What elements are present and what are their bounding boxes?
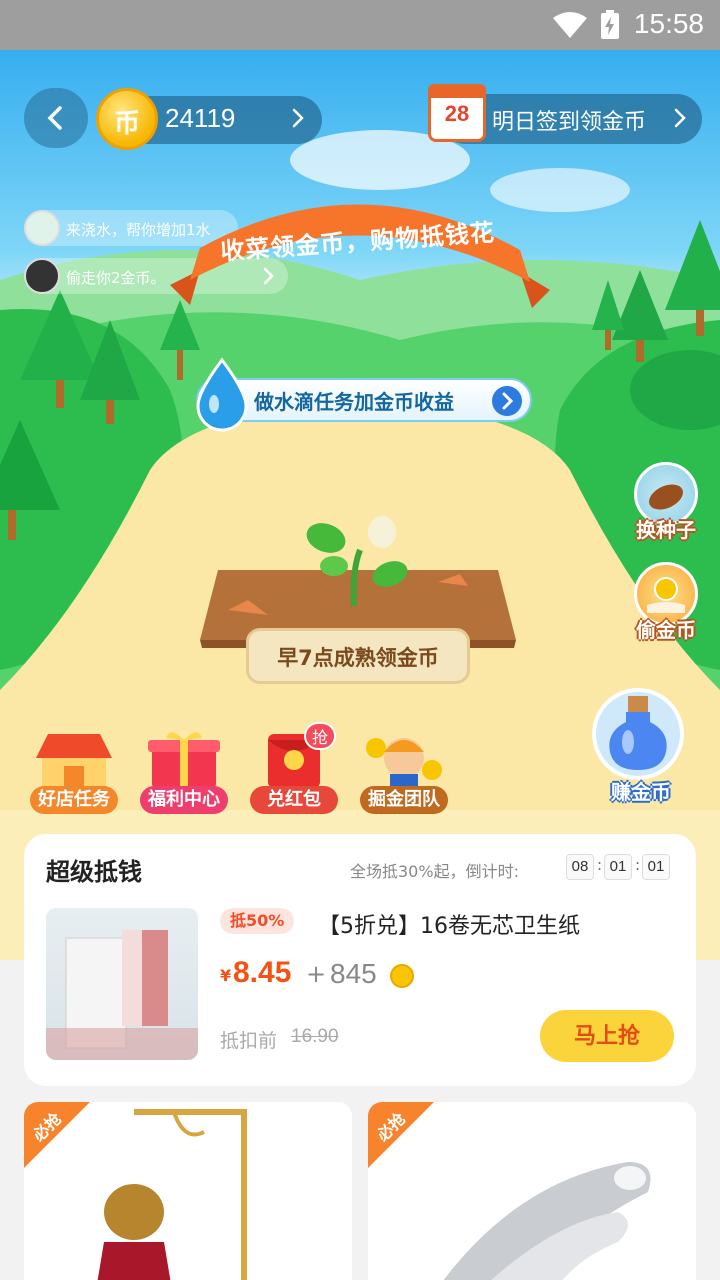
avatar	[24, 258, 60, 294]
change-seed-button[interactable]: 换种子	[634, 462, 698, 542]
currency-symbol: ¥	[220, 966, 232, 985]
chevron-right-icon	[502, 392, 514, 410]
farm-scene	[0, 50, 720, 960]
original-price: 16.90	[291, 1026, 339, 1047]
countdown-hours: 08	[566, 854, 594, 880]
mining-team-button[interactable]: 掘金团队	[354, 728, 454, 818]
countdown-separator: :	[597, 856, 603, 874]
water-task-label: 做水滴任务加金币收益	[254, 390, 454, 414]
clock: 15:58	[633, 8, 704, 39]
wifi-icon	[553, 12, 587, 38]
calendar-icon: 28	[428, 84, 486, 142]
coin-count: 24119	[165, 103, 236, 133]
grab-badge: 抢	[304, 722, 336, 750]
discount-badge: 抵50%	[220, 908, 295, 934]
shop-icon	[36, 734, 112, 788]
product-image[interactable]	[46, 908, 198, 1060]
coin-cost: 845	[330, 958, 377, 989]
earn-coins-label: 赚金币	[611, 780, 671, 804]
chevron-right-icon	[674, 108, 686, 128]
battery-charging-icon	[601, 10, 619, 39]
mature-time-label: 早7点成熟领金币	[277, 646, 439, 670]
water-task-arrow	[492, 386, 522, 416]
calendar-day: 28	[444, 101, 470, 126]
shop-task-button[interactable]: 好店任务	[24, 728, 124, 818]
gold-coin-icon: 币	[96, 88, 158, 150]
gift-icon	[148, 732, 220, 788]
countdown-seconds: 01	[642, 854, 670, 880]
buy-now-button[interactable]: 马上抢	[540, 1010, 674, 1062]
sprout-plant[interactable]	[290, 510, 420, 610]
signin-label: 明日签到领金币	[492, 110, 647, 135]
product-tile[interactable]: 必抢	[368, 1102, 696, 1280]
welfare-center-button[interactable]: 福利中心	[134, 728, 234, 818]
super-deal-card: 超级抵钱 全场抵30%起，倒计时: 08 : 01 : 01 抵50% 【5折兑…	[24, 834, 696, 1086]
original-price-label: 抵扣前	[220, 1030, 278, 1052]
back-button[interactable]	[24, 88, 88, 148]
countdown-minutes: 01	[604, 854, 632, 880]
earn-coins-button[interactable]	[590, 686, 686, 782]
landscape-illustration	[0, 130, 720, 960]
countdown-separator: :	[635, 856, 641, 874]
deal-title: 超级抵钱	[46, 858, 142, 886]
steal-coins-button[interactable]: 偷金币	[634, 562, 698, 642]
chevron-left-icon	[47, 106, 62, 130]
water-drop-icon	[196, 357, 248, 432]
product-tile[interactable]: 必抢	[24, 1102, 352, 1280]
miner-icon	[366, 738, 442, 790]
coin-icon	[390, 964, 414, 988]
price-plus: +	[306, 960, 327, 988]
status-bar: 15:58	[0, 0, 720, 50]
product-name[interactable]: 【5折兑】16卷无芯卫生纸	[318, 908, 580, 940]
product-price: 8.45	[233, 956, 292, 989]
avatar	[24, 210, 60, 246]
chevron-right-icon	[292, 108, 304, 128]
red-envelope-button[interactable]: 抢 兑红包	[244, 722, 344, 818]
countdown-label: 全场抵30%起，倒计时:	[350, 862, 519, 881]
